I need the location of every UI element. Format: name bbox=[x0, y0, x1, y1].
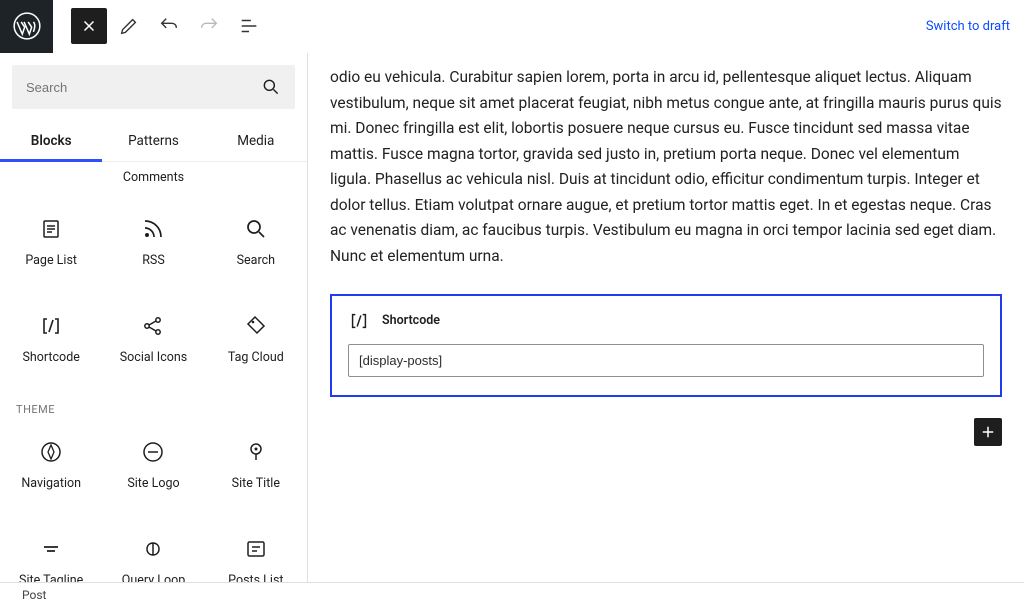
block-social-icons[interactable]: Social Icons bbox=[102, 296, 204, 393]
site-logo-icon bbox=[141, 440, 165, 464]
close-inserter-button[interactable] bbox=[71, 8, 107, 44]
block-label: Site Logo bbox=[127, 476, 179, 491]
paragraph-block[interactable]: odio eu vehicula. Curabitur sapien lorem… bbox=[330, 65, 1002, 270]
block-label: Query Loop bbox=[122, 573, 186, 582]
site-tagline-icon bbox=[39, 537, 63, 561]
block-page-list[interactable]: Page List bbox=[0, 199, 102, 296]
block-label: RSS bbox=[142, 253, 165, 268]
block-tag-cloud[interactable]: Tag Cloud bbox=[205, 296, 307, 393]
undo-icon[interactable] bbox=[151, 8, 187, 44]
block-inserter-sidebar: Blocks Patterns Media Comments Page List… bbox=[0, 53, 308, 582]
shortcode-block-label: Shortcode bbox=[382, 313, 440, 328]
tab-patterns[interactable]: Patterns bbox=[102, 121, 204, 161]
topbar: Switch to draft bbox=[0, 0, 1024, 53]
posts-list-icon bbox=[244, 537, 268, 561]
block-label: Search bbox=[237, 253, 275, 268]
inserter-tabs: Blocks Patterns Media bbox=[0, 121, 307, 162]
page-list-icon bbox=[39, 217, 63, 241]
section-title-theme: THEME bbox=[0, 393, 307, 422]
shortcode-block-icon bbox=[348, 310, 370, 332]
edit-icon[interactable] bbox=[111, 8, 147, 44]
site-title-icon bbox=[244, 440, 268, 464]
document-overview-icon[interactable] bbox=[231, 8, 267, 44]
shortcode-icon bbox=[39, 314, 63, 338]
wordpress-logo[interactable] bbox=[0, 0, 53, 53]
redo-icon bbox=[191, 8, 227, 44]
block-rss[interactable]: RSS bbox=[102, 199, 204, 296]
block-label: Tag Cloud bbox=[228, 350, 284, 365]
block-search[interactable]: Search bbox=[205, 199, 307, 296]
tab-blocks[interactable]: Blocks bbox=[0, 121, 102, 161]
block-label-comments: Comments bbox=[0, 170, 307, 199]
block-label: Navigation bbox=[21, 476, 81, 491]
shortcode-input[interactable] bbox=[348, 344, 984, 377]
block-shortcode[interactable]: Shortcode bbox=[0, 296, 102, 393]
editor-canvas[interactable]: odio eu vehicula. Curabitur sapien lorem… bbox=[308, 53, 1024, 582]
query-loop-icon bbox=[141, 537, 165, 561]
block-site-logo[interactable]: Site Logo bbox=[102, 422, 204, 519]
breadcrumb-label[interactable]: Post bbox=[22, 588, 46, 602]
block-label: Social Icons bbox=[120, 350, 188, 365]
rss-icon bbox=[141, 217, 165, 241]
search-input-wrap[interactable] bbox=[12, 65, 295, 109]
search-icon bbox=[261, 77, 281, 97]
block-label: Page List bbox=[25, 253, 77, 268]
search-input[interactable] bbox=[26, 80, 261, 95]
shortcode-block[interactable]: Shortcode bbox=[330, 294, 1002, 397]
block-posts-list[interactable]: Posts List bbox=[205, 519, 307, 582]
block-label: Site Tagline bbox=[19, 573, 83, 582]
add-block-button[interactable] bbox=[974, 418, 1002, 446]
navigation-icon bbox=[39, 440, 63, 464]
tab-media[interactable]: Media bbox=[205, 121, 307, 161]
block-label: Site Title bbox=[232, 476, 280, 491]
switch-to-draft-link[interactable]: Switch to draft bbox=[926, 19, 1010, 34]
block-query-loop[interactable]: Query Loop bbox=[102, 519, 204, 582]
block-label: Shortcode bbox=[22, 350, 79, 365]
footer-breadcrumb: Post bbox=[0, 582, 1024, 606]
search-block-icon bbox=[244, 217, 268, 241]
social-icons-icon bbox=[141, 314, 165, 338]
tag-cloud-icon bbox=[244, 314, 268, 338]
block-site-title[interactable]: Site Title bbox=[205, 422, 307, 519]
block-label: Posts List bbox=[228, 573, 283, 582]
block-site-tagline[interactable]: Site Tagline bbox=[0, 519, 102, 582]
block-navigation[interactable]: Navigation bbox=[0, 422, 102, 519]
